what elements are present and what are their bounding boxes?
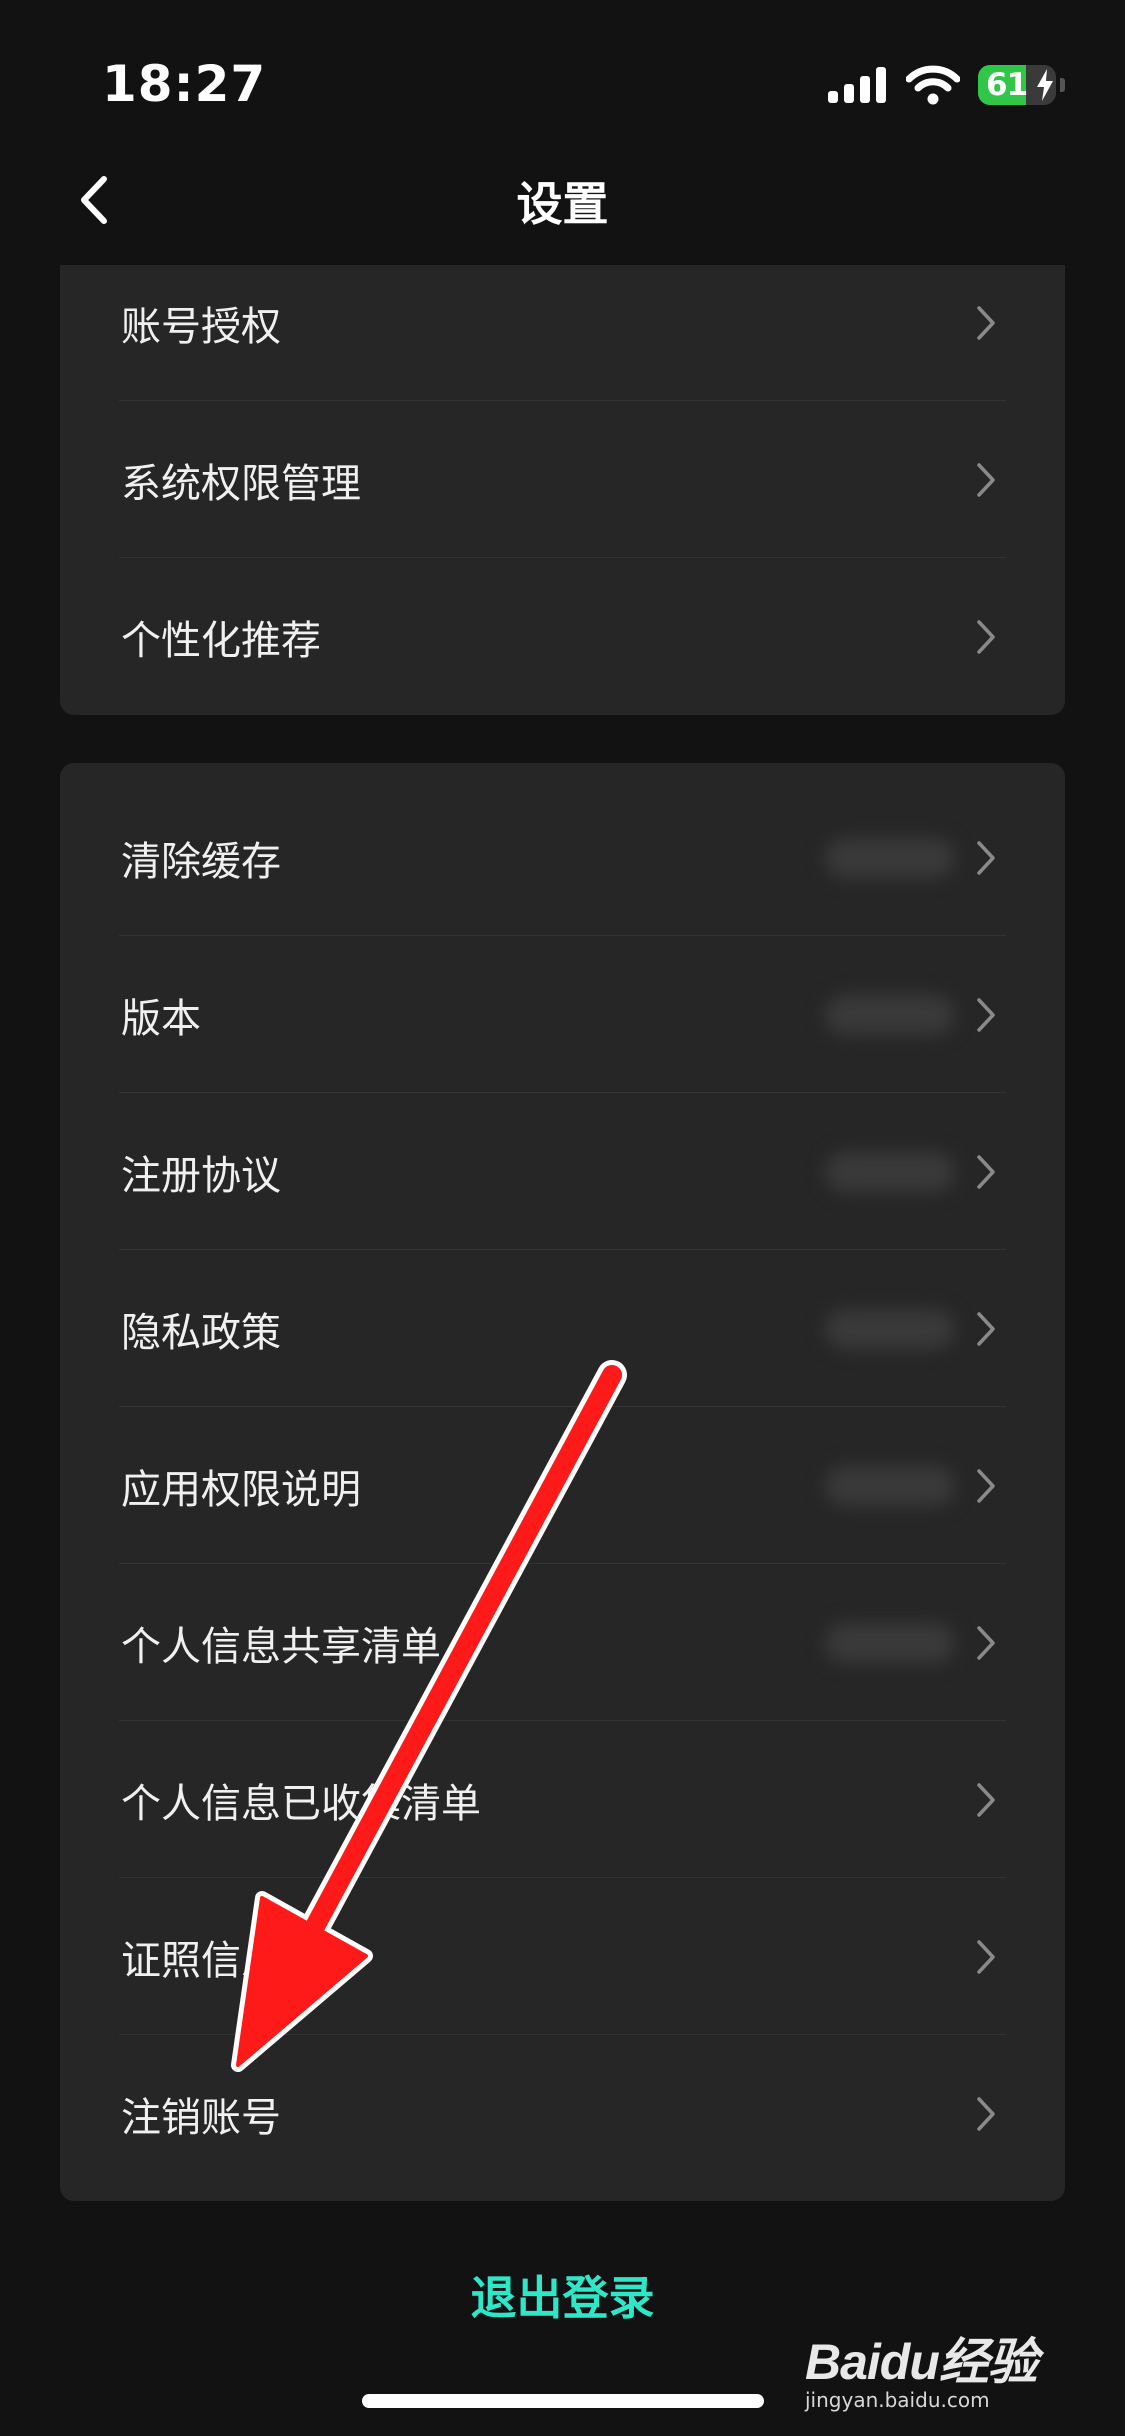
- settings-row[interactable]: 清除缓存: [60, 779, 1065, 936]
- chevron-right-icon: [977, 1782, 995, 1817]
- row-label: 清除缓存: [121, 838, 281, 885]
- blurred-value: [825, 837, 955, 878]
- row-label: 注销账号: [121, 2094, 281, 2141]
- charging-bolt-icon: [1037, 69, 1053, 101]
- row-label: 个人信息已收集清单: [121, 1780, 481, 1827]
- settings-card-account: 账号授权 系统权限管理 个性化推荐: [60, 265, 1065, 715]
- row-label: 隐私政策: [121, 1309, 281, 1356]
- settings-row[interactable]: 账号授权: [60, 244, 1065, 401]
- chevron-right-icon: [977, 840, 995, 875]
- chevron-right-icon: [977, 619, 995, 654]
- settings-row[interactable]: 系统权限管理: [60, 401, 1065, 558]
- chevron-right-icon: [977, 1939, 995, 1974]
- settings-row[interactable]: 注销账号: [60, 2035, 1065, 2192]
- status-time: 18:27: [102, 55, 267, 113]
- row-label: 应用权限说明: [121, 1466, 361, 1513]
- chevron-right-icon: [977, 462, 995, 497]
- chevron-right-icon: [977, 1468, 995, 1503]
- settings-row[interactable]: 隐私政策: [60, 1250, 1065, 1407]
- settings-row[interactable]: 应用权限说明: [60, 1407, 1065, 1564]
- logout-button[interactable]: 退出登录: [0, 2262, 1125, 2328]
- home-indicator[interactable]: [362, 2394, 764, 2408]
- settings-row[interactable]: 个人信息已收集清单: [60, 1721, 1065, 1878]
- status-indicators: 61: [828, 62, 1065, 108]
- chevron-right-icon: [977, 1311, 995, 1346]
- battery-indicator: 61: [978, 65, 1056, 105]
- settings-row[interactable]: 版本: [60, 936, 1065, 1093]
- row-label: 系统权限管理: [121, 460, 361, 507]
- blurred-value: [825, 1622, 955, 1663]
- page-title: 设置: [516, 177, 609, 231]
- settings-row[interactable]: 注册协议: [60, 1093, 1065, 1250]
- blurred-value: [825, 1465, 955, 1506]
- settings-row[interactable]: 个人信息共享清单: [60, 1564, 1065, 1721]
- blurred-value: [825, 994, 955, 1035]
- chevron-right-icon: [977, 2096, 995, 2131]
- chevron-right-icon: [977, 1625, 995, 1660]
- cellular-signal-icon: [828, 67, 886, 103]
- settings-row[interactable]: 证照信息: [60, 1878, 1065, 2035]
- row-label: 证照信息: [121, 1937, 281, 1984]
- battery-percent: 61: [986, 67, 1028, 103]
- chevron-right-icon: [977, 1154, 995, 1189]
- settings-card-info: 清除缓存 版本 注册协议 隐私政策 应用权限说明 个人信息共享清单 个人信息已收…: [60, 763, 1065, 2201]
- settings-row[interactable]: 个性化推荐: [60, 558, 1065, 715]
- wifi-icon: [906, 65, 960, 105]
- battery-cap: [1060, 78, 1065, 92]
- watermark-brand: Baidu经验: [805, 2334, 1038, 2390]
- row-label: 注册协议: [121, 1152, 281, 1199]
- blurred-value: [825, 1308, 955, 1349]
- chevron-right-icon: [977, 305, 995, 340]
- watermark-url: jingyan.baidu.com: [805, 2388, 990, 2412]
- blurred-value: [825, 1151, 955, 1192]
- row-label: 账号授权: [121, 303, 281, 350]
- row-label: 个性化推荐: [121, 617, 321, 664]
- chevron-right-icon: [977, 997, 995, 1032]
- row-label: 个人信息共享清单: [121, 1623, 441, 1670]
- row-label: 版本: [121, 995, 201, 1042]
- baidu-watermark: Baidu经验 jingyan.baidu.com: [805, 2322, 1065, 2422]
